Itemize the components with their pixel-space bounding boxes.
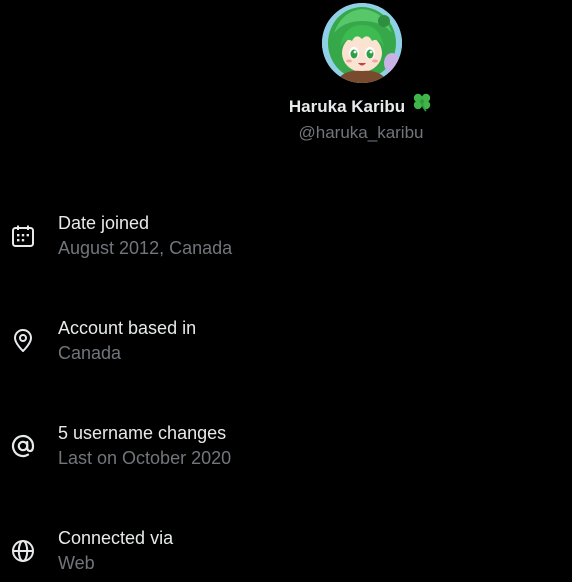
about-item-value: Canada: [58, 343, 122, 363]
display-name: Haruka Karibu: [288, 96, 406, 116]
display-name-row: Haruka Karibu: [0, 93, 572, 122]
about-item-date-joined: Date joined August 2012, Canada: [0, 211, 572, 267]
about-item-account-based-in: Account based in Canada: [0, 316, 572, 372]
globe-icon: [10, 538, 36, 564]
about-item-username-changes: 5 username changes Last on October 2020: [0, 421, 572, 477]
about-item-value: Last on October 2020: [58, 448, 232, 468]
about-item-title: Account based in: [58, 318, 197, 338]
about-item-connected-via: Connected via Web: [0, 526, 572, 582]
at-sign-icon: [10, 433, 36, 459]
about-item-value: Web: [58, 553, 95, 573]
about-item-value: August 2012, Canada: [58, 238, 233, 258]
about-item-title: 5 username changes: [58, 423, 227, 443]
clover-icon: [411, 91, 433, 120]
about-item-title: Date joined: [58, 213, 150, 233]
about-item-title: Connected via: [58, 528, 174, 548]
calendar-icon: [10, 223, 36, 249]
avatar[interactable]: [322, 3, 402, 83]
location-pin-icon: [10, 328, 36, 354]
user-handle: @haruka_karibu: [298, 123, 424, 142]
